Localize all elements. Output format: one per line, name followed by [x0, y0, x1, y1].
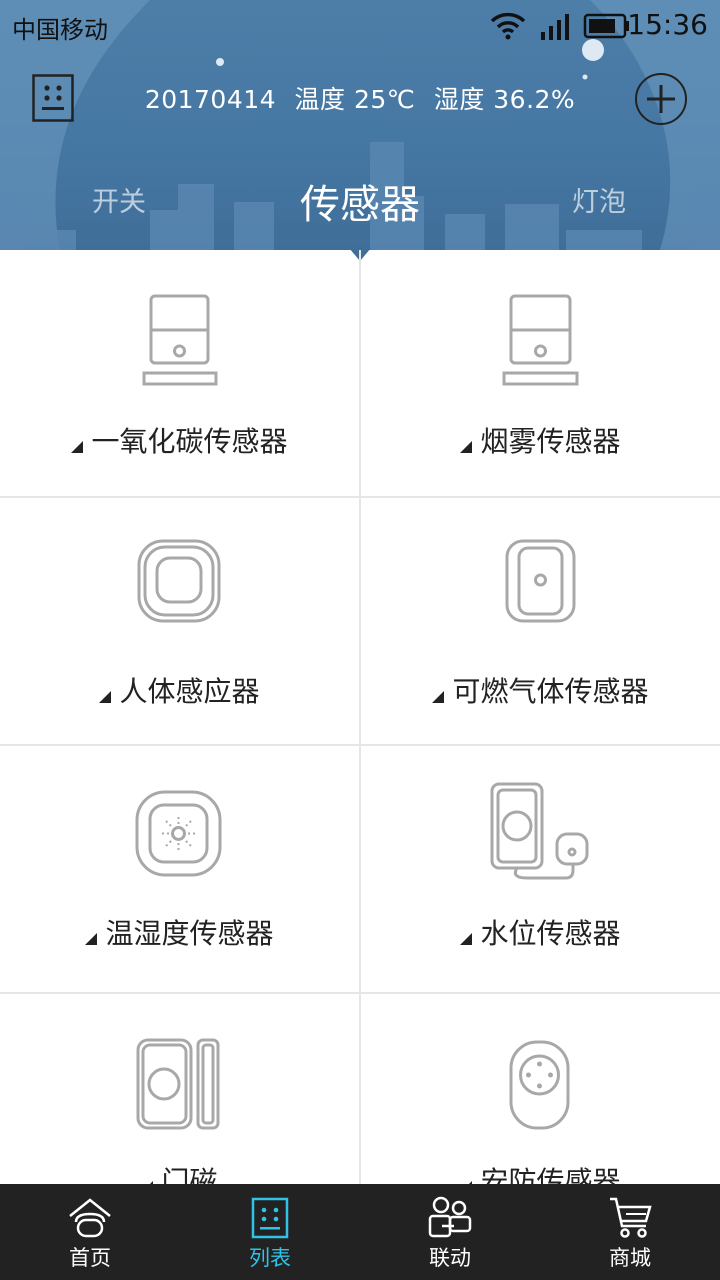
- corner-marker-icon: [85, 933, 98, 945]
- sensor-card-co[interactable]: 一氧化碳传感器: [0, 250, 359, 496]
- sensor-card-smoke[interactable]: 烟雾传感器: [361, 250, 720, 496]
- sensor-label: 烟雾传感器: [480, 425, 621, 458]
- sensor-card-security[interactable]: 安防传感器: [361, 994, 720, 1184]
- nav-label: 首页: [69, 1246, 111, 1270]
- co-sensor-icon: [142, 294, 218, 386]
- battery-icon: [583, 13, 629, 39]
- date-label: 20170414: [144, 85, 277, 114]
- app-header: 中国移动 15:36 20170414 温度 25℃ 湿度 36.2% 开关 传…: [0, 0, 720, 250]
- sensor-grid: 一氧化碳传感器 烟雾传感器 人体感应器 可燃气体传感器 温湿度传感器 水位传感器…: [0, 250, 720, 1184]
- nav-list[interactable]: 列表: [180, 1184, 360, 1280]
- cart-icon: [610, 1197, 652, 1238]
- sensor-label: 一氧化碳传感器: [91, 425, 288, 458]
- nav-label: 列表: [249, 1246, 291, 1270]
- corner-marker-icon: [460, 933, 473, 945]
- nav-linkage[interactable]: 联动: [360, 1184, 540, 1280]
- smoke-sensor-icon: [502, 294, 579, 386]
- gas-sensor-icon: [505, 539, 576, 623]
- nav-home[interactable]: 首页: [0, 1184, 180, 1280]
- add-device-button[interactable]: [634, 72, 688, 126]
- sensor-card-gas[interactable]: 可燃气体传感器: [361, 498, 720, 744]
- sensor-label: 可燃气体传感器: [452, 675, 649, 708]
- status-bar: 中国移动 15:36: [0, 0, 720, 52]
- sensor-label: 安防传感器: [480, 1165, 621, 1184]
- temperature-label: 温度 25℃: [294, 85, 416, 114]
- temp-humidity-sensor-icon: [135, 790, 222, 877]
- door-sensor-icon: [136, 1038, 220, 1130]
- sensor-label: 水位传感器: [480, 917, 621, 950]
- nav-label: 商城: [609, 1246, 651, 1270]
- sensor-card-temp-humidity[interactable]: 温湿度传感器: [0, 746, 359, 992]
- environment-info: 20170414 温度 25℃ 湿度 36.2%: [0, 80, 720, 116]
- list-icon: [251, 1197, 289, 1239]
- tab-bulb[interactable]: 灯泡: [572, 180, 626, 219]
- wifi-icon: [490, 12, 526, 40]
- sensor-card-door[interactable]: 门磁: [0, 994, 359, 1184]
- water-level-sensor-icon: [490, 782, 589, 880]
- sensor-card-water-level[interactable]: 水位传感器: [361, 746, 720, 992]
- corner-marker-icon: [99, 691, 112, 703]
- corner-marker-icon: [432, 691, 445, 703]
- signal-icon: [541, 14, 569, 40]
- carrier-label: 中国移动: [12, 16, 108, 44]
- bottom-nav: 首页 列表 联动 商城: [0, 1184, 720, 1280]
- sensor-label: 温湿度传感器: [105, 917, 274, 950]
- linkage-icon: [428, 1196, 472, 1238]
- nav-store[interactable]: 商城: [540, 1184, 720, 1280]
- nav-label: 联动: [429, 1246, 471, 1270]
- sensor-label: 人体感应器: [119, 675, 260, 708]
- humidity-label: 湿度 36.2%: [433, 85, 576, 114]
- security-sensor-icon: [509, 1040, 570, 1130]
- corner-marker-icon: [71, 441, 84, 453]
- sensor-label: 门磁: [161, 1165, 218, 1184]
- sensor-card-motion[interactable]: 人体感应器: [0, 498, 359, 744]
- home-icon: [69, 1198, 111, 1238]
- corner-marker-icon: [460, 441, 473, 453]
- clock: 15:36: [627, 8, 708, 41]
- motion-sensor-icon: [137, 539, 221, 623]
